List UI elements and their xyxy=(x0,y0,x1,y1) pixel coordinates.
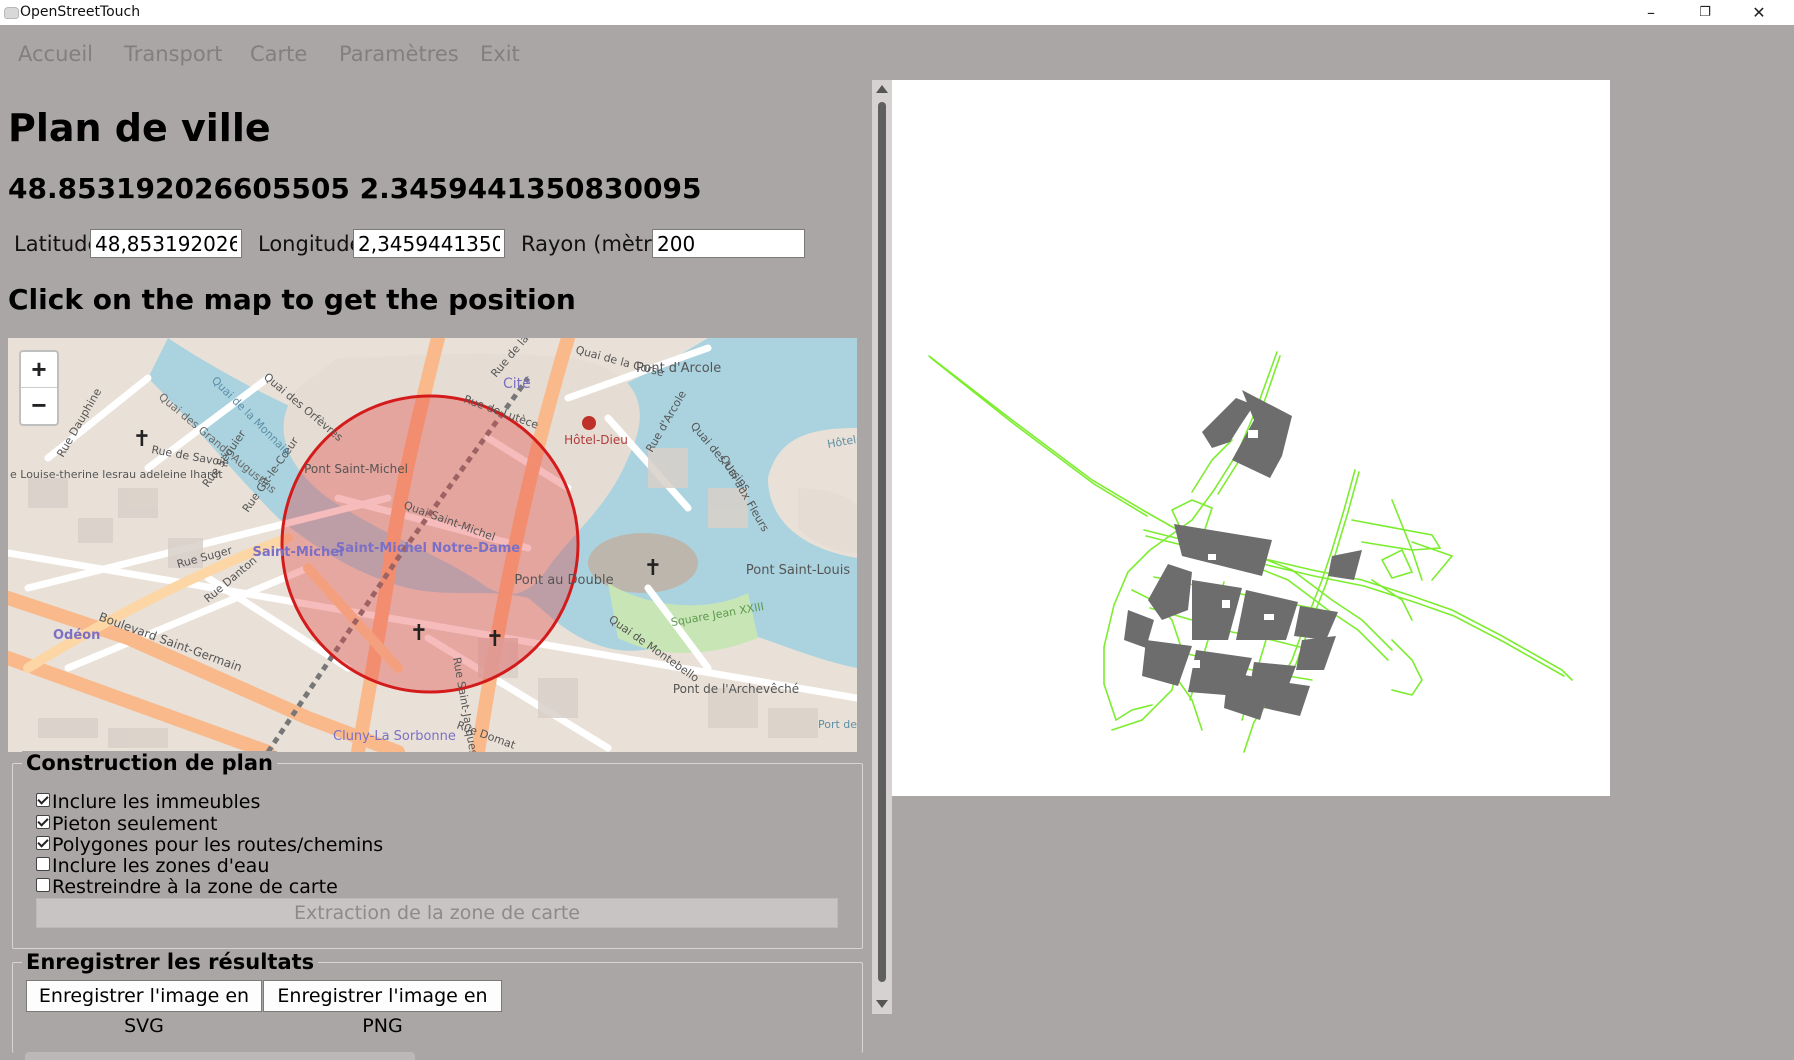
panel-shadow xyxy=(25,1052,415,1060)
svg-text:✝: ✝ xyxy=(133,427,151,452)
checkbox-checked[interactable] xyxy=(36,793,50,807)
map-view[interactable]: ✝ ✝ ✝ ✝ Rue Dauphine Quai des Grands Aug… xyxy=(8,338,857,752)
option-inclure-immeubles[interactable]: Inclure les immeubles xyxy=(36,791,260,813)
save-svg-button[interactable]: Enregistrer l'image en SVG xyxy=(26,980,262,1037)
minimize-button[interactable]: – xyxy=(1624,0,1678,25)
plan-render xyxy=(928,351,1573,753)
svg-text:Pont au Double: Pont au Double xyxy=(514,573,613,588)
svg-text:Hôtel-Dieu: Hôtel-Dieu xyxy=(564,433,628,447)
option-inclure-zones-eau[interactable]: Inclure les zones d'eau xyxy=(36,855,269,877)
close-button[interactable]: ✕ xyxy=(1732,0,1786,25)
menu-item-exit[interactable]: Exit xyxy=(480,42,520,66)
svg-text:Odéon: Odéon xyxy=(53,628,100,643)
vertical-scrollbar[interactable] xyxy=(872,80,892,1014)
zoom-out-button[interactable]: − xyxy=(21,388,57,423)
menu-item-transport[interactable]: Transport xyxy=(124,42,223,66)
radius-input[interactable] xyxy=(652,229,805,258)
save-png-button[interactable]: Enregistrer l'image en PNG xyxy=(263,980,502,1037)
svg-text:✝: ✝ xyxy=(410,621,428,646)
scroll-up-arrow-icon[interactable] xyxy=(876,85,888,93)
menu-item-parametres[interactable]: Paramètres xyxy=(339,42,459,66)
app-icon xyxy=(4,7,19,19)
map-tiles: ✝ ✝ ✝ ✝ Rue Dauphine Quai des Grands Aug… xyxy=(8,338,857,752)
page-title: Plan de ville xyxy=(8,106,271,150)
svg-text:Port de: Port de xyxy=(818,718,857,731)
checkbox-unchecked[interactable] xyxy=(36,857,50,871)
coordinates-heading: 48.853192026605505 2.3459441350830095 xyxy=(8,172,702,205)
svg-text:Pont Saint-Michel: Pont Saint-Michel xyxy=(304,462,408,476)
maximize-button[interactable]: ❐ xyxy=(1678,0,1732,25)
svg-text:Saint-Michel: Saint-Michel xyxy=(252,545,343,560)
zoom-control: + − xyxy=(19,350,59,426)
plan-canvas xyxy=(892,80,1610,796)
svg-text:Pont de l'Archevêché: Pont de l'Archevêché xyxy=(673,682,799,696)
window-title: OpenStreetTouch xyxy=(20,4,141,20)
results-legend: Enregistrer les résultats xyxy=(22,950,319,974)
checkbox-checked[interactable] xyxy=(36,836,50,850)
option-polygones-routes[interactable]: Polygones pour les routes/chemins xyxy=(36,834,383,856)
svg-text:Pont d'Arcole: Pont d'Arcole xyxy=(636,361,721,376)
longitude-label: Longitude xyxy=(258,232,363,256)
svg-text:Pont Saint-Louis: Pont Saint-Louis xyxy=(746,563,850,578)
option-pieton-seulement[interactable]: Pieton seulement xyxy=(36,813,217,835)
zoom-in-button[interactable]: + xyxy=(21,352,57,388)
menu-item-accueil[interactable]: Accueil xyxy=(18,42,93,66)
svg-text:Cluny-La Sorbonne: Cluny-La Sorbonne xyxy=(333,729,456,744)
map-instruction-heading: Click on the map to get the position xyxy=(8,283,576,316)
latitude-label: Latitude xyxy=(14,232,101,256)
latitude-input[interactable] xyxy=(90,229,242,258)
radius-label: Rayon (mètre) xyxy=(521,232,673,256)
scroll-down-arrow-icon[interactable] xyxy=(876,1000,888,1008)
scroll-thumb[interactable] xyxy=(878,102,886,982)
svg-text:✝: ✝ xyxy=(486,627,504,652)
construction-legend: Construction de plan xyxy=(22,751,277,775)
checkbox-checked[interactable] xyxy=(36,815,50,829)
title-bar: OpenStreetTouch – ❐ ✕ xyxy=(0,0,1794,25)
svg-text:Cité: Cité xyxy=(503,376,531,392)
longitude-input[interactable] xyxy=(353,229,505,258)
option-restreindre-zone[interactable]: Restreindre à la zone de carte xyxy=(36,876,338,898)
checkbox-unchecked[interactable] xyxy=(36,878,50,892)
menu-item-carte[interactable]: Carte xyxy=(250,42,307,66)
extract-map-zone-button[interactable]: Extraction de la zone de carte xyxy=(36,898,838,928)
svg-text:e Louise-therine lesrau adelei: e Louise-therine lesrau adeleine lhardt xyxy=(10,468,223,481)
svg-text:✝: ✝ xyxy=(644,556,662,581)
